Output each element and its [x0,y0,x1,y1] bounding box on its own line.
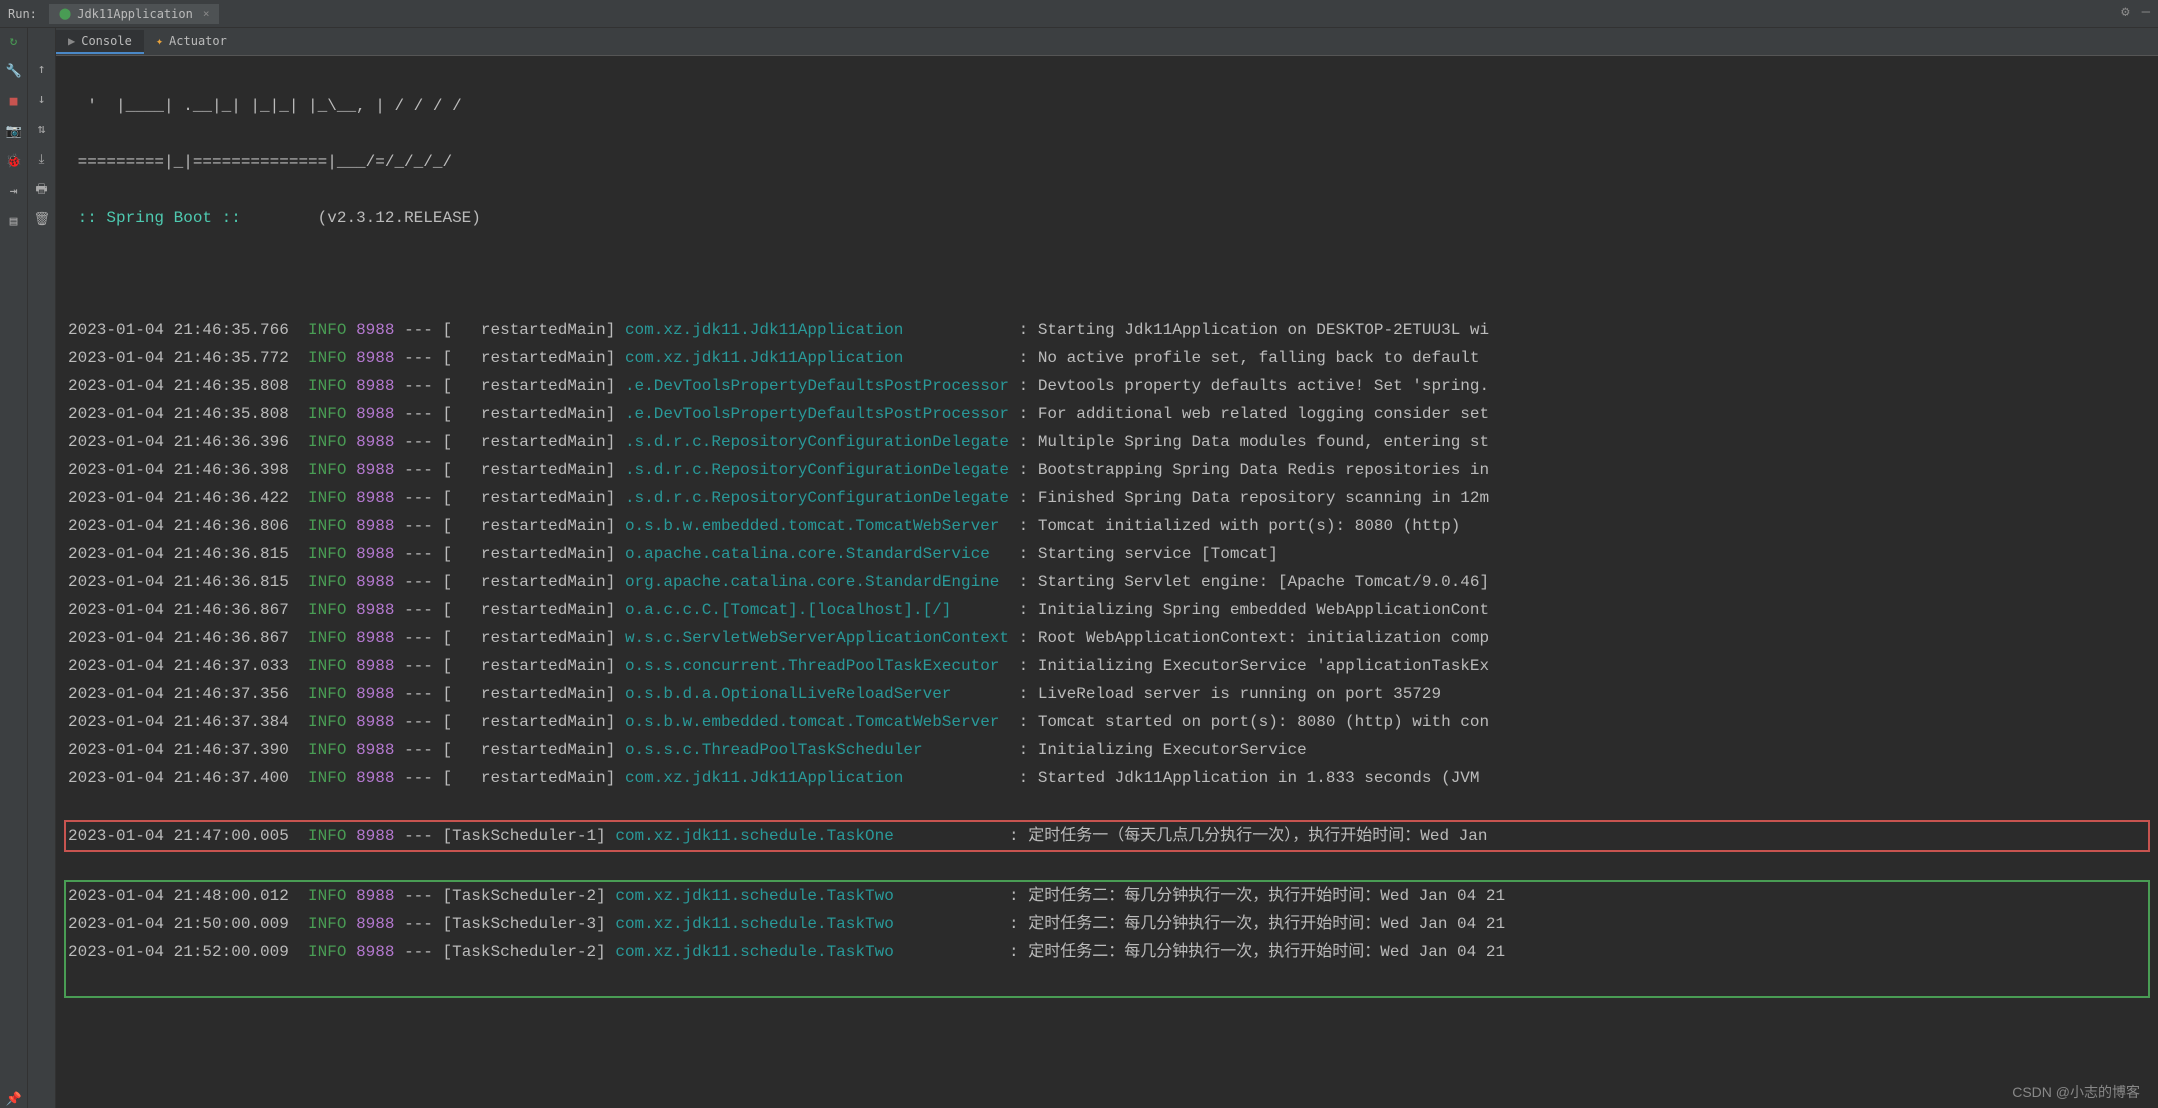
terminal-icon: ▶ [68,34,75,48]
console-output[interactable]: ' |____| .__|_| |_|_| |_\__, | / / / / =… [56,56,2158,1108]
up-icon[interactable]: ↑ [34,62,50,78]
ascii-line: =========|_|==============|___/=/_/_/_/ [68,148,2146,176]
print-icon[interactable]: 🖶 [34,182,50,198]
tab-console[interactable]: ▶ Console [56,30,144,54]
log-line: 2023-01-04 21:46:37.390 INFO 8988 --- [ … [68,736,2146,764]
log-line: 2023-01-04 21:46:36.396 INFO 8988 --- [ … [68,428,2146,456]
console-toolbar: ↑ ↓ ⇅ ⤓ 🖶 🗑 [28,28,56,1108]
log-line: 2023-01-04 21:46:37.033 INFO 8988 --- [ … [68,652,2146,680]
tab-console-label: Console [81,34,132,48]
highlight-red: 2023-01-04 21:47:00.005 INFO 8988 --- [T… [64,820,2150,852]
log-line: 2023-01-04 21:46:37.400 INFO 8988 --- [ … [68,764,2146,792]
log-line: 2023-01-04 21:46:36.815 INFO 8988 --- [ … [68,540,2146,568]
ascii-line: ' |____| .__|_| |_|_| |_\__, | / / / / [68,92,2146,120]
log-line: 2023-01-04 21:46:35.808 INFO 8988 --- [ … [68,372,2146,400]
run-header: Run: ⬤ Jdk11Application × ⚙ — [0,0,2158,28]
stop-icon[interactable]: ■ [6,94,22,110]
log-line: 2023-01-04 21:46:35.808 INFO 8988 --- [ … [68,400,2146,428]
boot-label: :: Spring Boot :: [78,209,241,227]
watermark: CSDN @小志的博客 [2012,1082,2140,1102]
pin-icon[interactable]: 📌 [6,1092,22,1108]
actuator-icon: ✦ [156,34,163,48]
rerun-icon[interactable]: ↻ [6,34,22,50]
sub-tab-bar: ▶ Console ✦ Actuator [56,28,2158,56]
layout-icon[interactable]: ▤ [6,214,22,230]
trash-icon[interactable]: 🗑 [34,212,50,228]
boot-line: :: Spring Boot :: (v2.3.12.RELEASE) [68,204,2146,232]
log-line: 2023-01-04 21:46:37.356 INFO 8988 --- [ … [68,680,2146,708]
run-config-name: Jdk11Application [77,7,193,21]
down-icon[interactable]: ↓ [34,92,50,108]
log-line: 2023-01-04 21:46:36.815 INFO 8988 --- [ … [68,568,2146,596]
left-toolbar: ↻ 🔧 ■ 📷 🐞 ⇥ ▤ 📌 [0,28,28,1108]
gear-icon[interactable]: ⚙ [2121,4,2129,20]
log-line: 2023-01-04 21:50:00.009 INFO 8988 --- [T… [68,910,2146,938]
spring-icon: ⬤ [59,7,71,20]
camera-icon[interactable]: 📷 [6,124,22,140]
close-icon[interactable]: × [203,7,210,20]
log-line: 2023-01-04 21:46:36.867 INFO 8988 --- [ … [68,596,2146,624]
scroll-icon[interactable]: ⤓ [34,152,50,168]
log-line: 2023-01-04 21:46:35.766 INFO 8988 --- [ … [68,316,2146,344]
run-label: Run: [8,7,37,21]
log-line: 2023-01-04 21:46:36.867 INFO 8988 --- [ … [68,624,2146,652]
exit-icon[interactable]: ⇥ [6,184,22,200]
log-line: 2023-01-04 21:52:00.009 INFO 8988 --- [T… [68,938,2146,966]
tab-actuator-label: Actuator [169,34,227,48]
blank-line [68,260,2146,288]
log-line: 2023-01-04 21:48:00.012 INFO 8988 --- [T… [68,882,2146,910]
log-line: 2023-01-04 21:46:36.422 INFO 8988 --- [ … [68,484,2146,512]
log-line: 2023-01-04 21:46:35.772 INFO 8988 --- [ … [68,344,2146,372]
wrap-icon[interactable]: ⇅ [34,122,50,138]
minimize-icon[interactable]: — [2142,4,2150,20]
tool-icon[interactable]: 🔧 [6,64,22,80]
log-line: 2023-01-04 21:46:36.398 INFO 8988 --- [ … [68,456,2146,484]
log-line: 2023-01-04 21:46:37.384 INFO 8988 --- [ … [68,708,2146,736]
log-line: 2023-01-04 21:46:36.806 INFO 8988 --- [ … [68,512,2146,540]
boot-version: (v2.3.12.RELEASE) [318,209,481,227]
highlight-green: 2023-01-04 21:48:00.012 INFO 8988 --- [T… [64,880,2150,998]
run-config-tab[interactable]: ⬤ Jdk11Application × [49,4,220,24]
bug-icon[interactable]: 🐞 [6,154,22,170]
tab-actuator[interactable]: ✦ Actuator [144,30,239,54]
